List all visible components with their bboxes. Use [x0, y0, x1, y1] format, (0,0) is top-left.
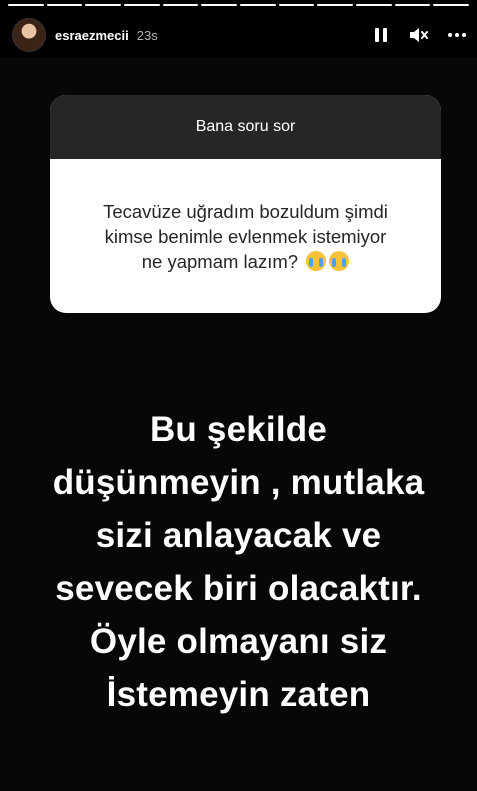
story-progress-bar: [8, 4, 470, 6]
progress-segment: [201, 4, 238, 6]
question-line: kimse benimle evlenmek istemiyor: [104, 225, 387, 247]
progress-segment: [356, 4, 392, 6]
question-sticker-header: Bana soru sor: [50, 95, 441, 159]
progress-segment: [124, 4, 160, 6]
question-line: ne yapmam lazım?: [141, 250, 299, 272]
pause-icon[interactable]: [371, 25, 391, 45]
progress-segment: [162, 4, 199, 6]
answer-line: Bu şekilde: [149, 410, 328, 449]
progress-segment: [8, 4, 44, 6]
question-text: Tecavüze uğradım bozuldum şimdi kimse be…: [50, 159, 441, 313]
story-header: esraezmecii 23s: [0, 14, 477, 56]
progress-segment: [46, 4, 83, 6]
answer-text: Bu şekilde düşünmeyin , mutlaka sizi anl…: [0, 403, 477, 721]
avatar[interactable]: [12, 18, 46, 52]
progress-segment: [433, 4, 470, 6]
progress-segment: [278, 4, 315, 6]
username[interactable]: esraezmecii: [55, 28, 129, 43]
answer-line: düşünmeyin , mutlaka: [52, 463, 425, 502]
crying-face-emoji: [329, 250, 350, 271]
progress-segment: [85, 4, 122, 6]
answer-line: Öyle olmayanı siz: [89, 622, 388, 661]
timestamp: 23s: [136, 27, 158, 43]
progress-segment: [394, 4, 431, 6]
progress-segment: [240, 4, 276, 6]
answer-line: sizi anlayacak ve: [95, 516, 382, 555]
answer-line: İstemeyin zaten: [106, 675, 371, 714]
answer-line: sevecek biri olacaktır.: [55, 569, 422, 608]
question-sticker[interactable]: Bana soru sor Tecavüze uğradım bozuldum …: [50, 95, 441, 313]
more-options-icon[interactable]: [447, 25, 467, 45]
speaker-muted-icon[interactable]: [409, 25, 429, 45]
question-line: Tecavüze uğradım bozuldum şimdi: [103, 200, 388, 222]
crying-face-emoji: [306, 250, 327, 271]
progress-segment: [317, 4, 354, 6]
